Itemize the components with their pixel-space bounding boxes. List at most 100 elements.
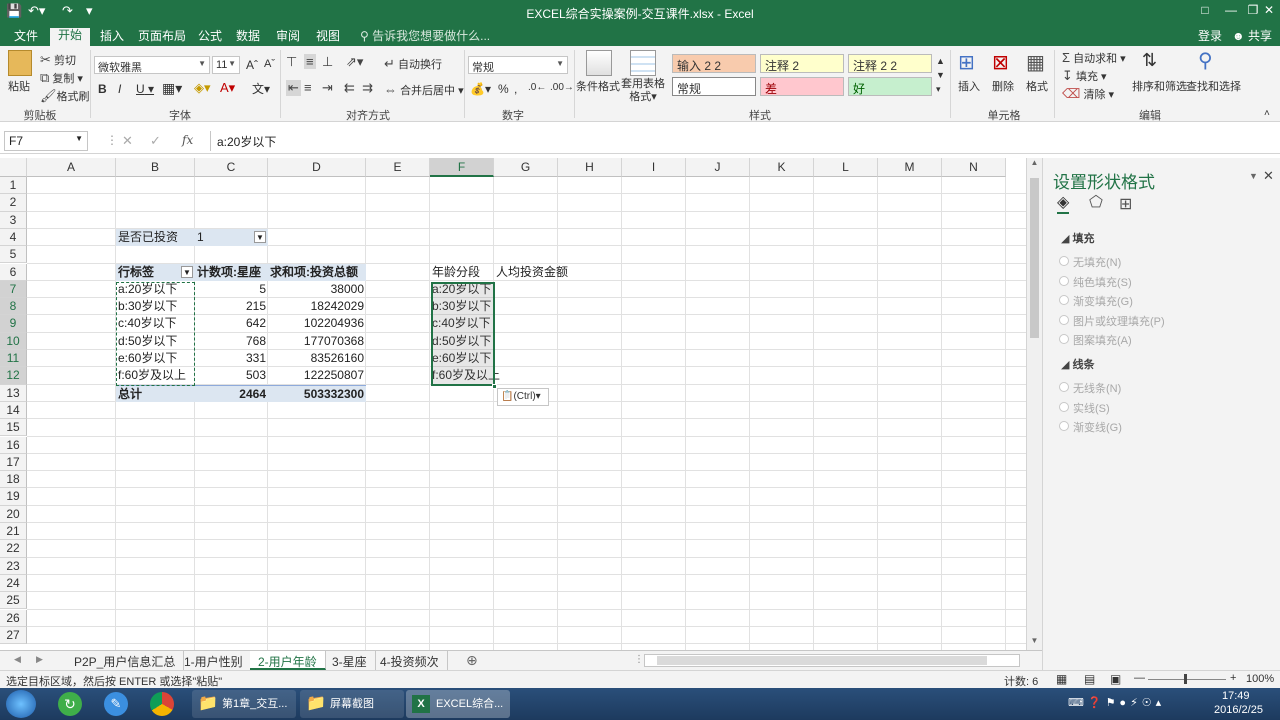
tell-me-box[interactable]: ⚲ 告诉我您想要做什么...	[352, 29, 498, 46]
ribbon-display-icon[interactable]: □	[1192, 3, 1218, 17]
accounting-format-icon[interactable]: 💰▾	[470, 82, 491, 96]
selection-range[interactable]	[431, 282, 495, 386]
cancel-icon[interactable]: ✕	[122, 133, 133, 149]
row-header-8[interactable]: 8	[0, 298, 27, 316]
format-cells-button[interactable]: 格式	[1026, 78, 1048, 94]
effects-tab-icon[interactable]: ⬠	[1089, 192, 1103, 212]
find-select-button[interactable]: 查找和选择	[1186, 78, 1241, 94]
row-header-1[interactable]: 1	[0, 177, 27, 195]
pivot-total-label[interactable]: 总计	[116, 384, 195, 402]
pivot-sum-value[interactable]: 177070368	[268, 333, 366, 350]
scroll-down-icon[interactable]: ▼	[1027, 636, 1042, 650]
tab-home[interactable]: 开始	[50, 28, 91, 47]
pivot-sum-value[interactable]: 102204936	[268, 315, 366, 332]
pivot-count-value[interactable]: 215	[195, 298, 268, 315]
line-option-0[interactable]: 无线条(N)	[1058, 380, 1121, 396]
fill-option-4[interactable]: 图案填充(A)	[1059, 332, 1132, 348]
pivot-count-value[interactable]: 331	[195, 350, 268, 367]
line-option-1[interactable]: 实线(S)	[1059, 400, 1110, 416]
row-header-11[interactable]: 11	[0, 350, 27, 368]
age-segment-header[interactable]: 年龄分段	[430, 264, 494, 281]
scroll-thumb[interactable]	[1030, 178, 1039, 338]
column-header-b[interactable]: B	[116, 158, 195, 177]
column-header-k[interactable]: K	[750, 158, 814, 177]
style-bad[interactable]: 差	[760, 77, 844, 96]
app-feather-icon[interactable]: ✎	[104, 692, 128, 716]
italic-button[interactable]: I	[118, 82, 121, 96]
chrome-icon[interactable]	[150, 692, 174, 716]
horizontal-scrollbar[interactable]	[644, 654, 1020, 667]
grow-font-button[interactable]: Aˆ	[246, 58, 258, 72]
row-header-19[interactable]: 19	[0, 488, 27, 506]
row-header-18[interactable]: 18	[0, 471, 27, 489]
pivot-filter-label[interactable]: 是否已投资	[116, 228, 195, 246]
tab-review[interactable]: 审阅	[268, 29, 308, 46]
table-format-button[interactable]: 套用表格格式▾	[620, 78, 666, 104]
column-header-j[interactable]: J	[686, 158, 750, 177]
comma-style-button[interactable]: ,	[514, 82, 517, 96]
font-color-icon[interactable]: A▾	[220, 80, 235, 96]
column-header-i[interactable]: I	[622, 158, 686, 177]
select-all-corner[interactable]	[0, 158, 27, 177]
app-refresh-icon[interactable]: ↻	[58, 692, 82, 716]
page-layout-view-icon[interactable]: ▤	[1084, 672, 1095, 686]
paste-icon[interactable]	[8, 50, 32, 76]
column-header-h[interactable]: H	[558, 158, 622, 177]
taskbar-folder-2[interactable]: 📁 屏幕截图	[300, 690, 404, 718]
merge-center-button[interactable]: ⇔ 合并后居中 ▾	[384, 82, 464, 98]
pivot-count-value[interactable]: 503	[195, 367, 268, 384]
row-header-25[interactable]: 25	[0, 592, 27, 610]
fill-section-header[interactable]: ◢ 填充	[1061, 230, 1095, 246]
row-header-9[interactable]: 9	[0, 315, 27, 333]
pivot-count-value[interactable]: 642	[195, 315, 268, 332]
start-button[interactable]	[6, 690, 36, 718]
row-header-14[interactable]: 14	[0, 401, 27, 420]
increase-decimal-icon[interactable]: .0←	[528, 82, 546, 93]
row-header-15[interactable]: 15	[0, 419, 27, 437]
fill-option-1[interactable]: 纯色填充(S)	[1059, 274, 1132, 290]
insert-cells-button[interactable]: 插入	[958, 78, 980, 94]
column-header-f[interactable]: F	[430, 158, 494, 177]
shrink-font-button[interactable]: Aˇ	[264, 58, 275, 70]
row-header-6[interactable]: 6	[0, 263, 27, 281]
collapse-ribbon-icon[interactable]: ˄	[1264, 108, 1270, 119]
name-box[interactable]: F7 ▼	[4, 131, 88, 151]
sheet-tab-1[interactable]: P2P_用户信息汇总	[66, 651, 185, 670]
tab-page-layout[interactable]: 页面布局	[130, 29, 194, 46]
row-header-3[interactable]: 3	[0, 211, 27, 229]
pane-options-icon[interactable]: ▼	[1249, 171, 1258, 181]
filter-dropdown-icon[interactable]: ▼	[254, 230, 266, 243]
formula-input[interactable]: a:20岁以下	[210, 131, 1274, 151]
pivot-count-value[interactable]: 768	[195, 333, 268, 350]
row-header-2[interactable]: 2	[0, 194, 27, 212]
tab-formulas[interactable]: 公式	[190, 29, 230, 46]
style-good[interactable]: 好	[848, 77, 932, 96]
zoom-in-icon[interactable]: +	[1230, 672, 1236, 684]
percent-button[interactable]: %	[498, 82, 509, 96]
align-left-icon[interactable]: ⇤	[286, 80, 301, 96]
decrease-indent-icon[interactable]: ⇇	[344, 80, 355, 96]
sheet-tab-5[interactable]: 4-投资频次	[372, 651, 448, 670]
align-top-icon[interactable]: ⊤	[286, 54, 297, 70]
zoom-slider-thumb[interactable]	[1184, 674, 1187, 684]
add-sheet-icon[interactable]: ⊕	[466, 652, 478, 669]
font-name-combo[interactable]: 微软雅黑 ▼	[94, 56, 210, 74]
pivot-sum-value[interactable]: 122250807	[268, 367, 366, 384]
row-header-27[interactable]: 27	[0, 626, 27, 645]
cut-button[interactable]: ✂ 剪切	[40, 52, 76, 68]
pivot-count-value[interactable]: 5	[195, 281, 268, 298]
row-header-21[interactable]: 21	[0, 523, 27, 541]
style-input22[interactable]: 输入 2 2	[672, 54, 756, 73]
row-header-20[interactable]: 20	[0, 505, 27, 523]
column-header-m[interactable]: M	[878, 158, 942, 177]
paste-options-button[interactable]: 📋(Ctrl)▾	[497, 388, 549, 406]
zoom-out-icon[interactable]: —	[1134, 672, 1145, 684]
zoom-slider[interactable]	[1148, 679, 1226, 680]
copy-button[interactable]: ⧉ 复制 ▾	[40, 70, 83, 86]
row-header-7[interactable]: 7	[0, 280, 27, 299]
size-properties-tab-icon[interactable]: ⊞	[1119, 194, 1132, 214]
row-labels-dropdown-icon[interactable]: ▼	[181, 265, 193, 278]
row-header-16[interactable]: 16	[0, 436, 27, 454]
wrap-text-button[interactable]: ↵ 自动换行	[384, 56, 442, 72]
style-normal[interactable]: 常规	[672, 77, 756, 96]
